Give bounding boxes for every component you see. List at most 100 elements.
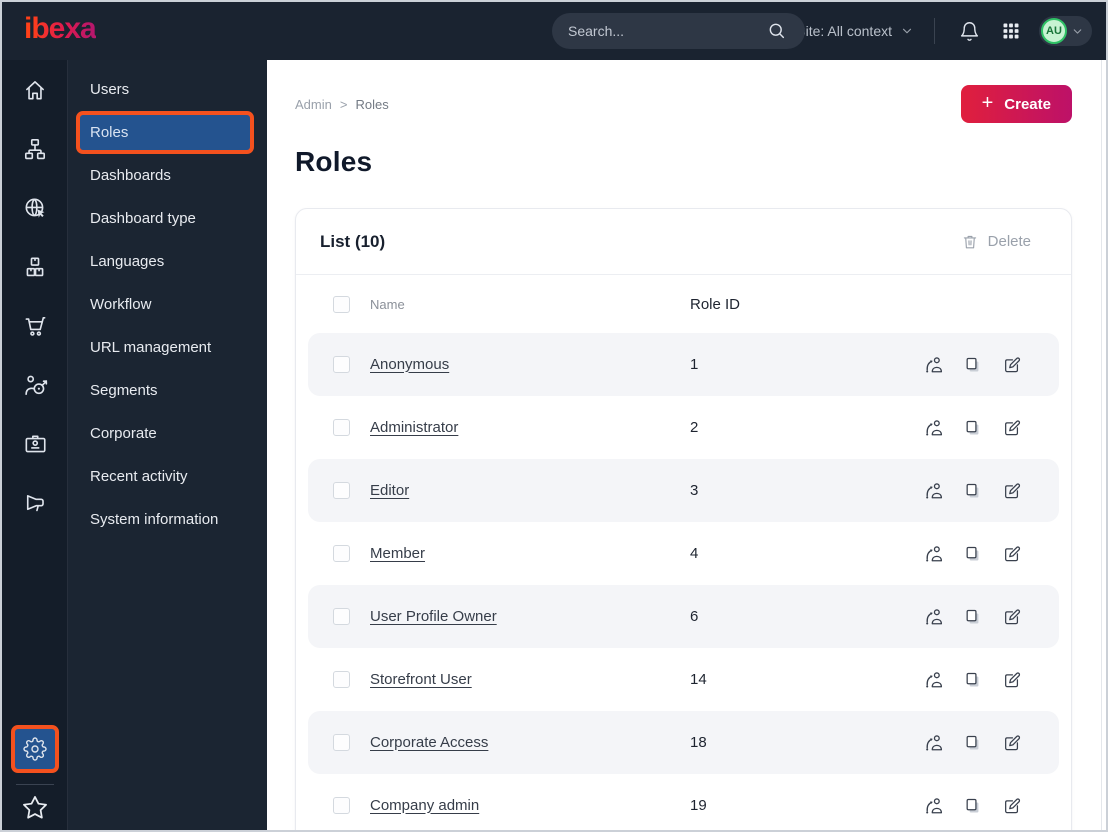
topbar: ibexa Site: All context A [2, 2, 1106, 60]
copy-icon[interactable] [962, 480, 984, 502]
copy-icon[interactable] [962, 417, 984, 439]
table-row: Editor 3 [308, 459, 1059, 522]
corporate-icon[interactable] [21, 430, 49, 458]
table-row: Anonymous 1 [308, 333, 1059, 396]
role-id: 19 [690, 797, 707, 814]
sidebar-item-languages[interactable]: Languages [68, 240, 267, 283]
assign-user-icon[interactable] [922, 480, 944, 502]
chevron-down-icon [902, 28, 912, 34]
page-title: Roles [295, 146, 373, 177]
role-id: 2 [690, 419, 699, 436]
app-grid-icon[interactable] [997, 17, 1025, 45]
row-checkbox[interactable] [333, 608, 350, 625]
copy-icon[interactable] [962, 732, 984, 754]
row-checkbox[interactable] [333, 797, 350, 814]
favorites-star-icon[interactable] [21, 794, 49, 822]
table-rows: Anonymous 1 Administrator 2 Editor 3 Mem… [296, 333, 1071, 830]
create-button[interactable]: + Create [960, 85, 1072, 123]
edit-icon[interactable] [1001, 795, 1023, 817]
edit-icon[interactable] [1001, 543, 1023, 565]
role-name-link[interactable]: Member [370, 545, 425, 562]
site-context-label: Site: All context [796, 23, 892, 39]
settings-icon[interactable] [10, 725, 59, 773]
sidebar-item-segments[interactable]: Segments [68, 369, 267, 412]
assign-user-icon[interactable] [922, 732, 944, 754]
copy-icon[interactable] [962, 543, 984, 565]
avatar-chevron-down-icon [1073, 28, 1082, 34]
edit-icon[interactable] [1001, 606, 1023, 628]
copy-icon[interactable] [962, 795, 984, 817]
ibexa-logo: ibexa [24, 14, 97, 48]
edit-icon[interactable] [1001, 417, 1023, 439]
row-checkbox[interactable] [333, 734, 350, 751]
table-row: User Profile Owner 6 [308, 585, 1059, 648]
edit-icon[interactable] [1001, 354, 1023, 376]
user-menu[interactable]: AU [1039, 16, 1092, 46]
table-row: Administrator 2 [308, 396, 1059, 459]
role-name-link[interactable]: Company admin [370, 797, 479, 814]
assign-user-icon[interactable] [922, 795, 944, 817]
select-all-checkbox[interactable] [333, 295, 350, 313]
role-id: 18 [690, 734, 707, 751]
scrollbar[interactable] [1101, 60, 1102, 830]
assign-user-icon[interactable] [922, 354, 944, 376]
sidebar-item-roles[interactable]: Roles [76, 111, 254, 154]
copy-icon[interactable] [962, 606, 984, 628]
row-checkbox[interactable] [333, 671, 350, 688]
search-input[interactable] [568, 23, 763, 39]
sidebar-item-dashboards[interactable]: Dashboards [68, 154, 267, 197]
web-icon[interactable] [21, 194, 49, 222]
row-checkbox[interactable] [333, 419, 350, 436]
role-name-link[interactable]: Storefront User [370, 671, 472, 688]
assign-user-icon[interactable] [922, 543, 944, 565]
site-structure-icon[interactable] [21, 135, 49, 163]
table-row: Corporate Access 18 [308, 711, 1059, 774]
search-icon[interactable] [763, 17, 791, 45]
sidebar-item-recent-activity[interactable]: Recent activity [68, 455, 267, 498]
list-title: List (10) [320, 231, 386, 251]
edit-icon[interactable] [1001, 669, 1023, 691]
products-icon[interactable] [21, 253, 49, 281]
assign-user-icon[interactable] [922, 606, 944, 628]
assign-user-icon[interactable] [922, 417, 944, 439]
home-icon[interactable] [21, 76, 49, 104]
copy-icon[interactable] [962, 354, 984, 376]
topbar-right: Site: All context AU [760, 16, 1092, 46]
breadcrumb-section[interactable]: Admin [295, 97, 332, 112]
copy-icon[interactable] [962, 669, 984, 691]
role-name-link[interactable]: Anonymous [370, 356, 449, 373]
table-header: Name Role ID [296, 275, 1071, 333]
row-checkbox[interactable] [333, 482, 350, 499]
role-name-link[interactable]: Administrator [370, 419, 458, 436]
table-row: Member 4 [308, 522, 1059, 585]
sidebar-item-users[interactable]: Users [68, 68, 267, 111]
sidebar-item-workflow[interactable]: Workflow [68, 283, 267, 326]
edit-icon[interactable] [1001, 480, 1023, 502]
roles-list-card: List (10) Delete Name Role ID Anonymous … [295, 208, 1072, 830]
icon-rail [2, 60, 68, 830]
row-checkbox[interactable] [333, 356, 350, 373]
global-search[interactable] [552, 13, 805, 49]
column-header-name: Name [370, 296, 405, 312]
bell-icon[interactable] [955, 17, 983, 45]
create-button-label: Create [1004, 95, 1051, 113]
assign-user-icon[interactable] [922, 669, 944, 691]
commerce-icon[interactable] [21, 312, 49, 340]
sidebar-item-corporate[interactable]: Corporate [68, 412, 267, 455]
role-name-link[interactable]: User Profile Owner [370, 608, 497, 625]
table-row: Storefront User 14 [308, 648, 1059, 711]
marketing-icon[interactable] [21, 489, 49, 517]
row-checkbox[interactable] [333, 545, 350, 562]
role-name-link[interactable]: Editor [370, 482, 409, 499]
role-id: 6 [690, 608, 699, 625]
rail-divider [15, 784, 54, 785]
personalization-icon[interactable] [21, 371, 49, 399]
sidebar-item-dashboard-type[interactable]: Dashboard type [68, 197, 267, 240]
delete-button[interactable]: Delete [961, 233, 1031, 251]
role-name-link[interactable]: Corporate Access [370, 734, 488, 751]
sidebar-menu: Users Roles Dashboards Dashboard type Langua… [68, 60, 267, 830]
trash-icon [963, 235, 976, 248]
sidebar-item-system-information[interactable]: System information [68, 498, 267, 541]
sidebar-item-url-management[interactable]: URL management [68, 326, 267, 369]
edit-icon[interactable] [1001, 732, 1023, 754]
